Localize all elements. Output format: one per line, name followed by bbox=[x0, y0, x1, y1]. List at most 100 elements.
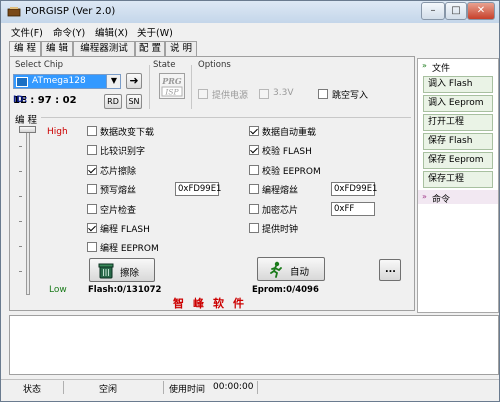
tab-config[interactable]: 配 置 bbox=[135, 41, 165, 57]
program-fuse-checkbox[interactable] bbox=[249, 184, 259, 194]
compare-signature-checkbox[interactable] bbox=[87, 145, 97, 155]
side-save-project[interactable]: 保存工程 bbox=[423, 171, 493, 188]
program-fuse-input[interactable]: 0xFD99E1 bbox=[331, 182, 377, 196]
download-on-change-checkbox[interactable] bbox=[87, 126, 97, 136]
serial-number-button[interactable]: SN bbox=[126, 94, 142, 109]
menu-file[interactable]: 文件(F) bbox=[11, 25, 43, 39]
slider-tick bbox=[19, 271, 22, 272]
isp-logo-text: ISP bbox=[164, 88, 179, 97]
menu-edit[interactable]: 编辑(X) bbox=[95, 25, 128, 39]
slider-tick bbox=[19, 221, 22, 222]
program-group-line bbox=[41, 117, 411, 118]
prg-isp-logo: PRG ISP bbox=[159, 73, 185, 99]
more-options-label: ... bbox=[385, 264, 396, 275]
maximize-button[interactable]: □ bbox=[445, 2, 467, 20]
speed-low-label: Low bbox=[49, 285, 67, 295]
file-section-header[interactable]: » 文件 bbox=[418, 59, 498, 74]
slider-tick bbox=[19, 146, 22, 147]
status-separator bbox=[63, 381, 64, 394]
flash-status: Flash:0/131072 bbox=[88, 285, 162, 295]
verify-eeprom-label: 校验 EEPROM bbox=[262, 167, 321, 177]
erase-button[interactable]: 擦除 bbox=[89, 258, 155, 282]
verify-flash-checkbox[interactable] bbox=[249, 145, 259, 155]
speed-high-label: High bbox=[47, 127, 68, 137]
main-window: PORGISP (Ver 2.0) – □ ✕ 文件(F) 命令(Y) 编辑(X… bbox=[0, 0, 500, 402]
prewrite-fuse-input[interactable]: 0xFD99E1 bbox=[175, 182, 221, 196]
program-eeprom-checkbox[interactable] bbox=[87, 242, 97, 252]
compare-signature-label: 比较识别字 bbox=[100, 147, 146, 157]
verify-flash-label: 校验 FLASH bbox=[262, 147, 312, 157]
title-bar[interactable]: PORGISP (Ver 2.0) – □ ✕ bbox=[1, 1, 499, 23]
status-time-value: 00:00:00 bbox=[213, 382, 254, 392]
more-options-button[interactable]: ... bbox=[379, 259, 401, 281]
state-divider bbox=[149, 65, 150, 109]
status-state-label: 状态 bbox=[23, 385, 42, 395]
chip-erase-label: 芯片擦除 bbox=[100, 167, 137, 177]
chevron-down-icon: ▼ bbox=[110, 76, 117, 85]
select-chip-go-button[interactable]: ➜ bbox=[126, 73, 142, 89]
prewrite-fuse-label: 预写熔丝 bbox=[100, 186, 137, 196]
auto-button[interactable]: 自动 bbox=[257, 257, 325, 281]
app-icon bbox=[7, 7, 21, 17]
side-load-flash[interactable]: 调入 Flash bbox=[423, 76, 493, 93]
power-label: 提供电源 bbox=[212, 91, 249, 101]
speed-slider-thumb[interactable] bbox=[19, 126, 36, 133]
side-load-eeprom[interactable]: 调入 Eeprom bbox=[423, 95, 493, 112]
tab-programmer-test[interactable]: 编程器测试 bbox=[73, 41, 135, 57]
file-section-label: 文件 bbox=[432, 64, 451, 74]
blank-check-checkbox[interactable] bbox=[87, 204, 97, 214]
encrypt-chip-label: 加密芯片 bbox=[262, 206, 299, 216]
program-fuse-label: 编程熔丝 bbox=[262, 186, 299, 196]
brand-text: 智峰软件 bbox=[173, 297, 253, 310]
power-checkbox[interactable] bbox=[198, 89, 208, 99]
status-separator bbox=[257, 381, 258, 394]
side-panel: » 文件 调入 Flash 调入 Eeprom 打开工程 保存 Flash 保存… bbox=[417, 58, 499, 313]
blank-check-label: 空片检查 bbox=[100, 206, 137, 216]
chip-id-label: ID: bbox=[13, 95, 28, 105]
status-separator bbox=[163, 381, 164, 394]
program-flash-label: 编程 FLASH bbox=[100, 225, 150, 235]
provide-clock-checkbox[interactable] bbox=[249, 223, 259, 233]
chip-select[interactable]: ATmega128 ▼ bbox=[13, 74, 121, 89]
skip-write-checkbox[interactable] bbox=[318, 89, 328, 99]
read-id-button[interactable]: RD bbox=[104, 94, 122, 109]
slider-tick bbox=[19, 246, 22, 247]
chip-select-value: ATmega128 bbox=[32, 76, 86, 86]
side-save-flash[interactable]: 保存 Flash bbox=[423, 133, 493, 150]
skip-write-label: 跳空写入 bbox=[332, 91, 369, 101]
erase-button-label: 擦除 bbox=[120, 268, 140, 279]
chevron-right-icon: » bbox=[422, 192, 427, 201]
status-bar: 状态 空闲 使用时间 00:00:00 bbox=[1, 379, 499, 395]
options-divider bbox=[191, 65, 192, 109]
trash-icon bbox=[98, 263, 114, 279]
tab-help[interactable]: 说 明 bbox=[165, 41, 197, 57]
eprom-status: Eprom:0/4096 bbox=[252, 285, 319, 295]
program-group-label: 编 程 bbox=[15, 115, 38, 126]
close-button[interactable]: ✕ bbox=[467, 2, 495, 20]
window-title: PORGISP (Ver 2.0) bbox=[25, 6, 116, 17]
chevron-down-icon: » bbox=[422, 61, 427, 70]
command-section-label: 命令 bbox=[432, 195, 451, 205]
running-man-icon bbox=[270, 261, 282, 278]
chip-erase-checkbox[interactable] bbox=[87, 165, 97, 175]
tab-edit[interactable]: 编 辑 bbox=[41, 41, 73, 57]
auto-reload-checkbox[interactable] bbox=[249, 126, 259, 136]
slider-tick bbox=[19, 171, 22, 172]
prewrite-fuse-checkbox[interactable] bbox=[87, 184, 97, 194]
lock-bits-input[interactable]: 0xFF bbox=[331, 202, 375, 216]
verify-eeprom-checkbox[interactable] bbox=[249, 165, 259, 175]
menu-bar: 文件(F) 命令(Y) 编辑(X) 关于(W) bbox=[1, 23, 499, 40]
menu-about[interactable]: 关于(W) bbox=[137, 25, 173, 39]
menu-command[interactable]: 命令(Y) bbox=[53, 25, 85, 39]
speed-slider-track[interactable] bbox=[26, 129, 30, 295]
program-flash-checkbox[interactable] bbox=[87, 223, 97, 233]
log-area[interactable] bbox=[9, 315, 499, 375]
voltage-checkbox[interactable] bbox=[259, 89, 269, 99]
command-section-header[interactable]: » 命令 bbox=[418, 190, 498, 205]
encrypt-chip-checkbox[interactable] bbox=[249, 204, 259, 214]
side-save-eeprom[interactable]: 保存 Eeprom bbox=[423, 152, 493, 169]
side-open-project[interactable]: 打开工程 bbox=[423, 114, 493, 131]
minimize-button[interactable]: – bbox=[421, 2, 445, 20]
select-chip-label: Select Chip bbox=[15, 60, 64, 70]
auto-reload-label: 数据自动重载 bbox=[262, 128, 317, 138]
